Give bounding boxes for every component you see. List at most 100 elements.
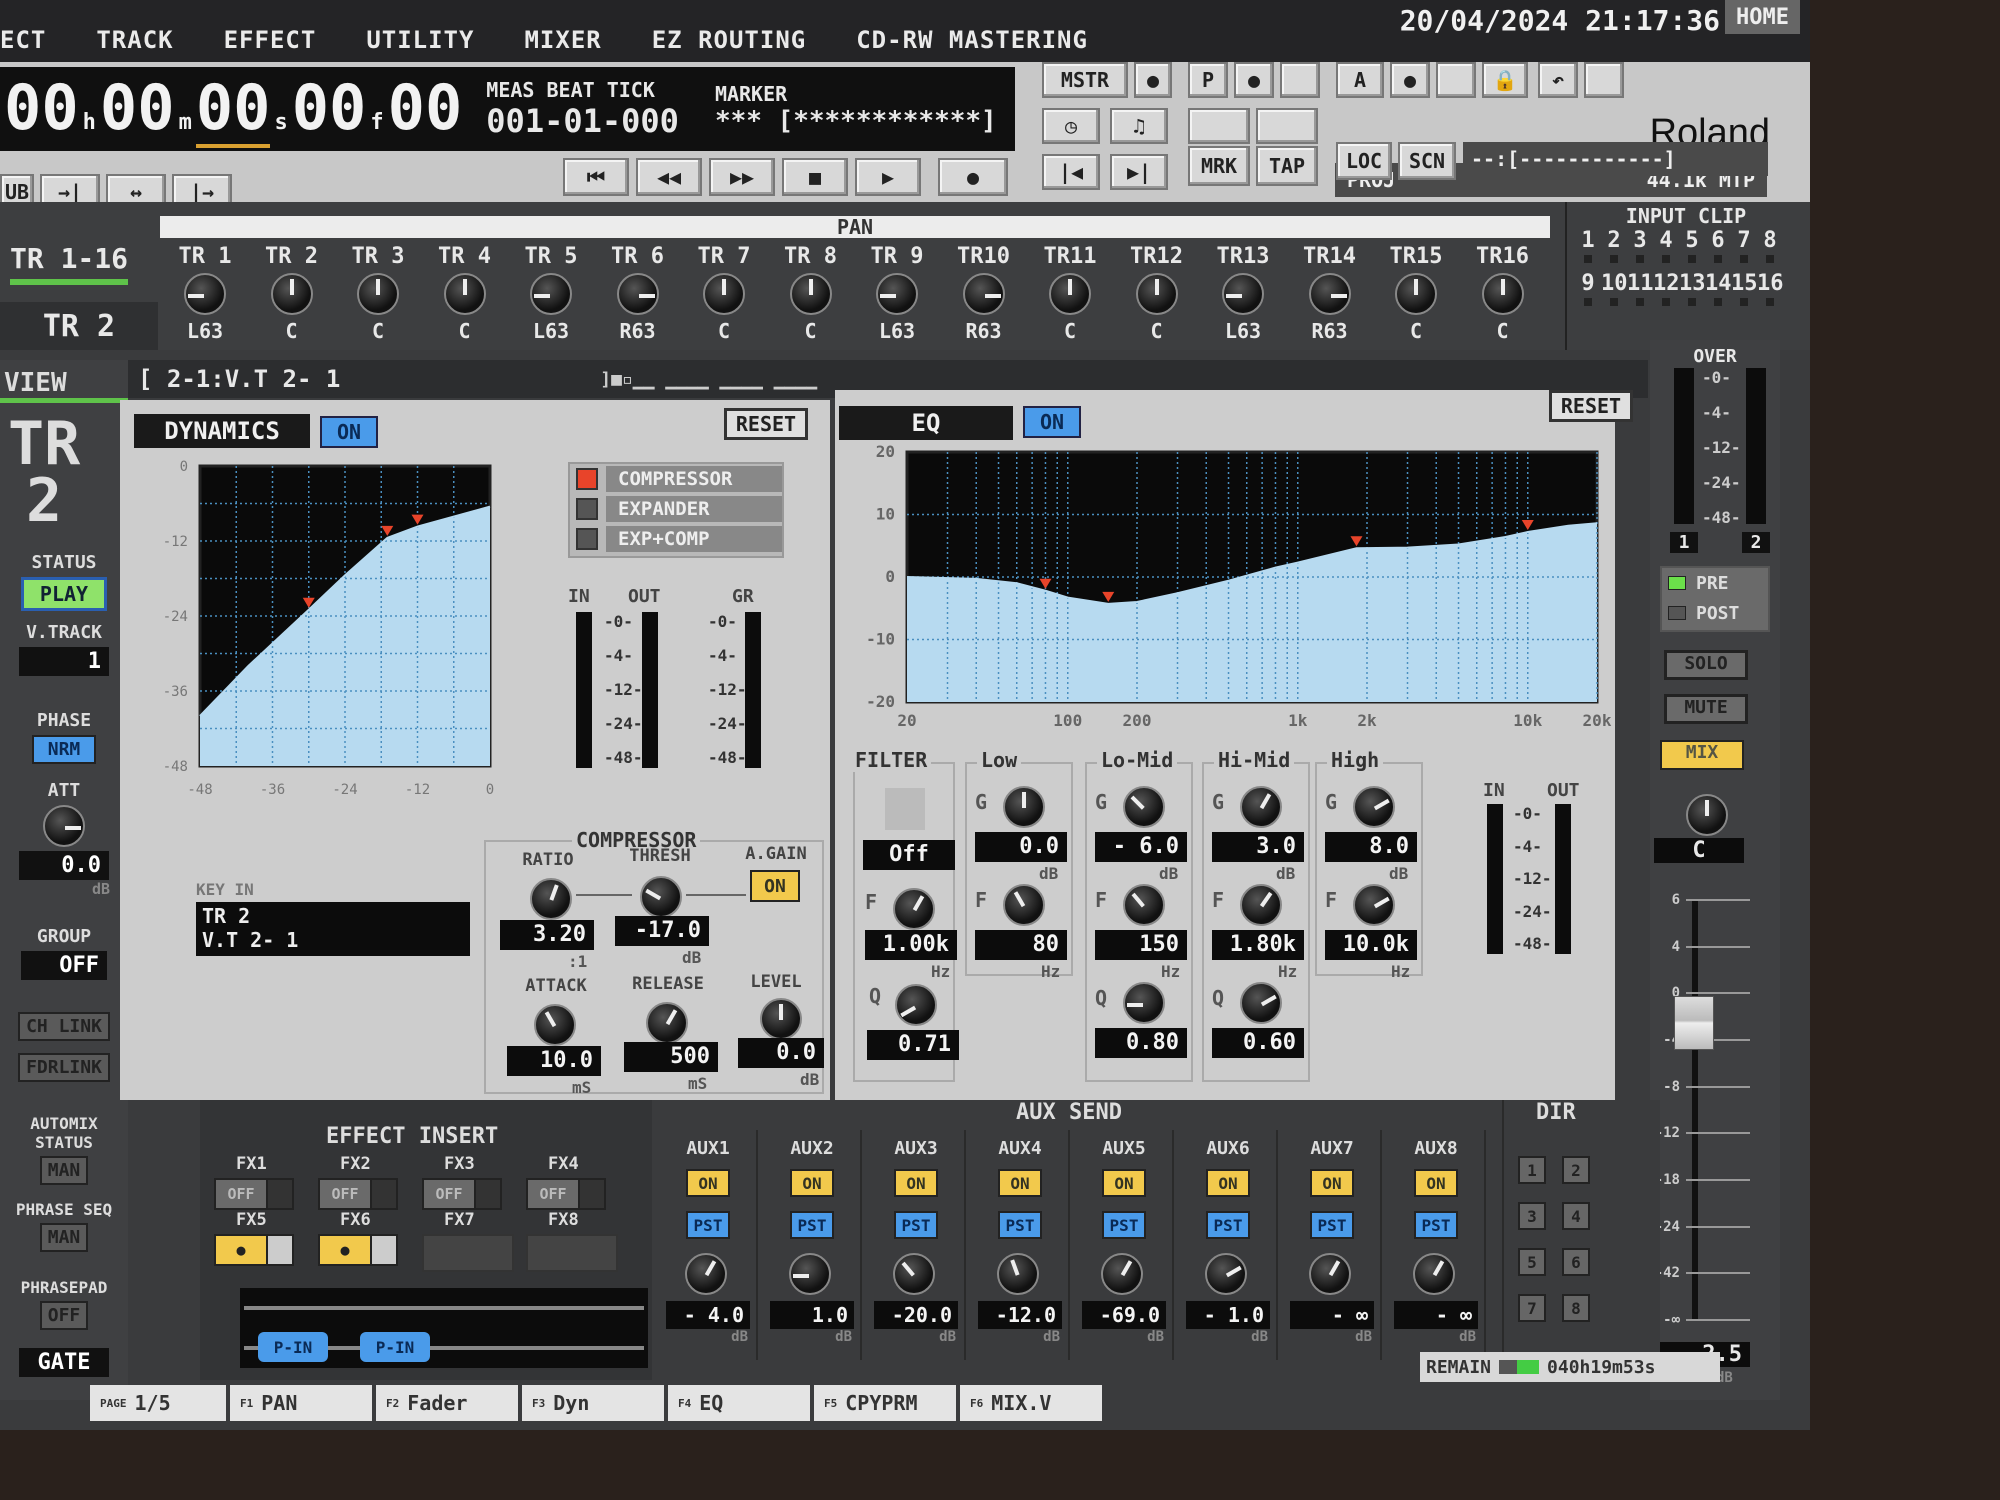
mix-button[interactable]: MIX xyxy=(1660,740,1744,770)
menu-item-ez-routing[interactable]: EZ ROUTING xyxy=(652,26,807,54)
q-value[interactable]: 0.80 xyxy=(1095,1028,1187,1058)
dynamics-reset-button[interactable]: RESET xyxy=(724,408,808,440)
gain-value[interactable]: 3.0 xyxy=(1212,832,1304,862)
loop-button[interactable] xyxy=(1256,108,1318,144)
undo-button[interactable]: ↶ xyxy=(1538,62,1578,98)
menu-item-cd-rw-mastering[interactable]: CD-RW MASTERING xyxy=(856,26,1088,54)
pan-knob[interactable] xyxy=(962,273,1005,315)
automix-button[interactable]: MAN xyxy=(39,1156,89,1185)
auto-record-button[interactable]: ● xyxy=(1390,62,1430,98)
auto-punch-button[interactable]: A xyxy=(1336,62,1384,98)
aux-level-value[interactable]: -12.0 xyxy=(978,1301,1062,1329)
next-marker-button[interactable]: ▶| xyxy=(1110,154,1168,190)
aux-pst-button[interactable]: PST xyxy=(1206,1211,1250,1239)
aux-level-value[interactable]: -20.0 xyxy=(874,1301,958,1329)
post-option[interactable]: POST xyxy=(1662,598,1768,628)
freq-knob[interactable] xyxy=(1353,884,1395,926)
fx-slot-button[interactable]: ● xyxy=(214,1234,294,1266)
menu-item-track[interactable]: TRACK xyxy=(96,26,173,54)
function-key-f5[interactable]: F5 CPYPRM xyxy=(814,1385,956,1421)
key-in-display[interactable]: TR 2 V.T 2- 1 xyxy=(196,902,470,956)
auto-disabled-button[interactable] xyxy=(1436,62,1476,98)
attack-value[interactable]: 10.0 xyxy=(507,1046,601,1076)
aux-level-value[interactable]: - ∞ xyxy=(1394,1301,1478,1329)
aux-on-button[interactable]: ON xyxy=(1102,1169,1146,1197)
metronome-button[interactable]: ♫ xyxy=(1110,108,1168,144)
aux-pst-button[interactable]: PST xyxy=(998,1211,1042,1239)
vtrack-value[interactable]: 1 xyxy=(19,647,109,676)
home-button[interactable]: HOME xyxy=(1725,0,1800,34)
freq-value[interactable]: 80 xyxy=(975,930,1067,960)
punch-record-button[interactable]: ● xyxy=(1234,62,1274,98)
q-knob[interactable] xyxy=(1123,982,1165,1024)
pan-knob[interactable] xyxy=(270,273,313,315)
pan-knob[interactable] xyxy=(703,273,745,315)
mode-expander[interactable]: EXPANDER xyxy=(570,494,782,524)
aux-on-button[interactable]: ON xyxy=(894,1169,938,1197)
aux-on-button[interactable]: ON xyxy=(998,1169,1042,1197)
aux-level-knob[interactable] xyxy=(997,1253,1039,1295)
freq-value[interactable]: 10.0k xyxy=(1325,930,1417,960)
menu-item-effect[interactable]: EFFECT xyxy=(224,26,317,54)
menu-item-project[interactable]: ECT xyxy=(0,26,46,54)
dir-button[interactable]: 1 xyxy=(1518,1156,1546,1184)
eq-on-button[interactable]: ON xyxy=(1023,406,1081,438)
pan-knob[interactable] xyxy=(1308,273,1351,315)
timecode-seconds[interactable]: 00 xyxy=(195,71,271,148)
aux-level-knob[interactable] xyxy=(1101,1253,1143,1295)
pan-knob[interactable] xyxy=(443,273,486,315)
marker-button[interactable]: MRK xyxy=(1188,146,1250,186)
fx-slot-button[interactable]: OFF xyxy=(214,1178,294,1210)
phase-button[interactable]: NRM xyxy=(32,735,96,764)
menu-item-mixer[interactable]: MIXER xyxy=(524,26,601,54)
filter-f-value[interactable]: 1.00k xyxy=(865,930,957,960)
gain-value[interactable]: - 6.0 xyxy=(1095,832,1187,862)
pan-knob[interactable] xyxy=(1481,273,1524,315)
aux-pst-button[interactable]: PST xyxy=(790,1211,834,1239)
ratio-knob[interactable] xyxy=(530,878,572,920)
status-play-button[interactable]: PLAY xyxy=(21,577,107,611)
att-knob[interactable] xyxy=(43,805,85,847)
fx-slot-empty[interactable] xyxy=(422,1234,514,1272)
filter-value[interactable]: Off xyxy=(863,840,955,870)
pan-knob[interactable] xyxy=(1049,273,1091,315)
pan-knob[interactable] xyxy=(616,273,659,315)
aux-on-button[interactable]: ON xyxy=(1310,1169,1354,1197)
phrase-seq-button[interactable]: MAN xyxy=(39,1223,89,1252)
rewind-to-zero-button[interactable]: ⏮ xyxy=(563,158,629,196)
aux-level-knob[interactable] xyxy=(685,1253,727,1295)
stop-button[interactable]: ■ xyxy=(782,158,848,196)
pan-knob[interactable] xyxy=(1135,273,1178,315)
aux-on-button[interactable]: ON xyxy=(1206,1169,1250,1197)
dir-button[interactable]: 6 xyxy=(1562,1248,1590,1276)
scene-button[interactable]: SCN xyxy=(1398,142,1456,180)
function-key-f2[interactable]: F2 Fader xyxy=(376,1385,518,1421)
fx-slot-button[interactable]: OFF xyxy=(526,1178,606,1210)
clock-button[interactable]: ◷ xyxy=(1042,108,1100,144)
master-button[interactable]: MSTR xyxy=(1042,62,1128,98)
ratio-value[interactable]: 3.20 xyxy=(500,920,594,950)
release-knob[interactable] xyxy=(646,1002,688,1044)
channel-pan-knob[interactable] xyxy=(1686,794,1728,836)
filter-f-knob[interactable] xyxy=(893,888,935,930)
dir-button[interactable]: 5 xyxy=(1518,1248,1546,1276)
level-knob[interactable] xyxy=(760,998,802,1040)
aux-level-value[interactable]: - 4.0 xyxy=(666,1301,750,1329)
pan-knob[interactable] xyxy=(789,273,832,315)
freq-knob[interactable] xyxy=(1123,884,1165,926)
pan-knob[interactable] xyxy=(1222,273,1264,315)
release-value[interactable]: 500 xyxy=(624,1042,718,1072)
nudge-button[interactable] xyxy=(1188,108,1250,144)
filter-q-knob[interactable] xyxy=(895,984,937,1026)
q-knob[interactable] xyxy=(1240,982,1282,1024)
play-button[interactable]: ▶ xyxy=(855,158,921,196)
thresh-knob[interactable] xyxy=(640,876,682,918)
gain-knob[interactable] xyxy=(1240,786,1282,828)
rewind-button[interactable]: ◀◀ xyxy=(636,158,702,196)
redo-button[interactable] xyxy=(1584,62,1624,98)
dir-button[interactable]: 4 xyxy=(1562,1202,1590,1230)
function-key-f6[interactable]: F6 MIX.V xyxy=(960,1385,1102,1421)
track-bank-tab[interactable]: TR 1-16 xyxy=(10,242,129,285)
fx-slot-button[interactable]: OFF xyxy=(318,1178,398,1210)
aux-on-button[interactable]: ON xyxy=(686,1169,730,1197)
